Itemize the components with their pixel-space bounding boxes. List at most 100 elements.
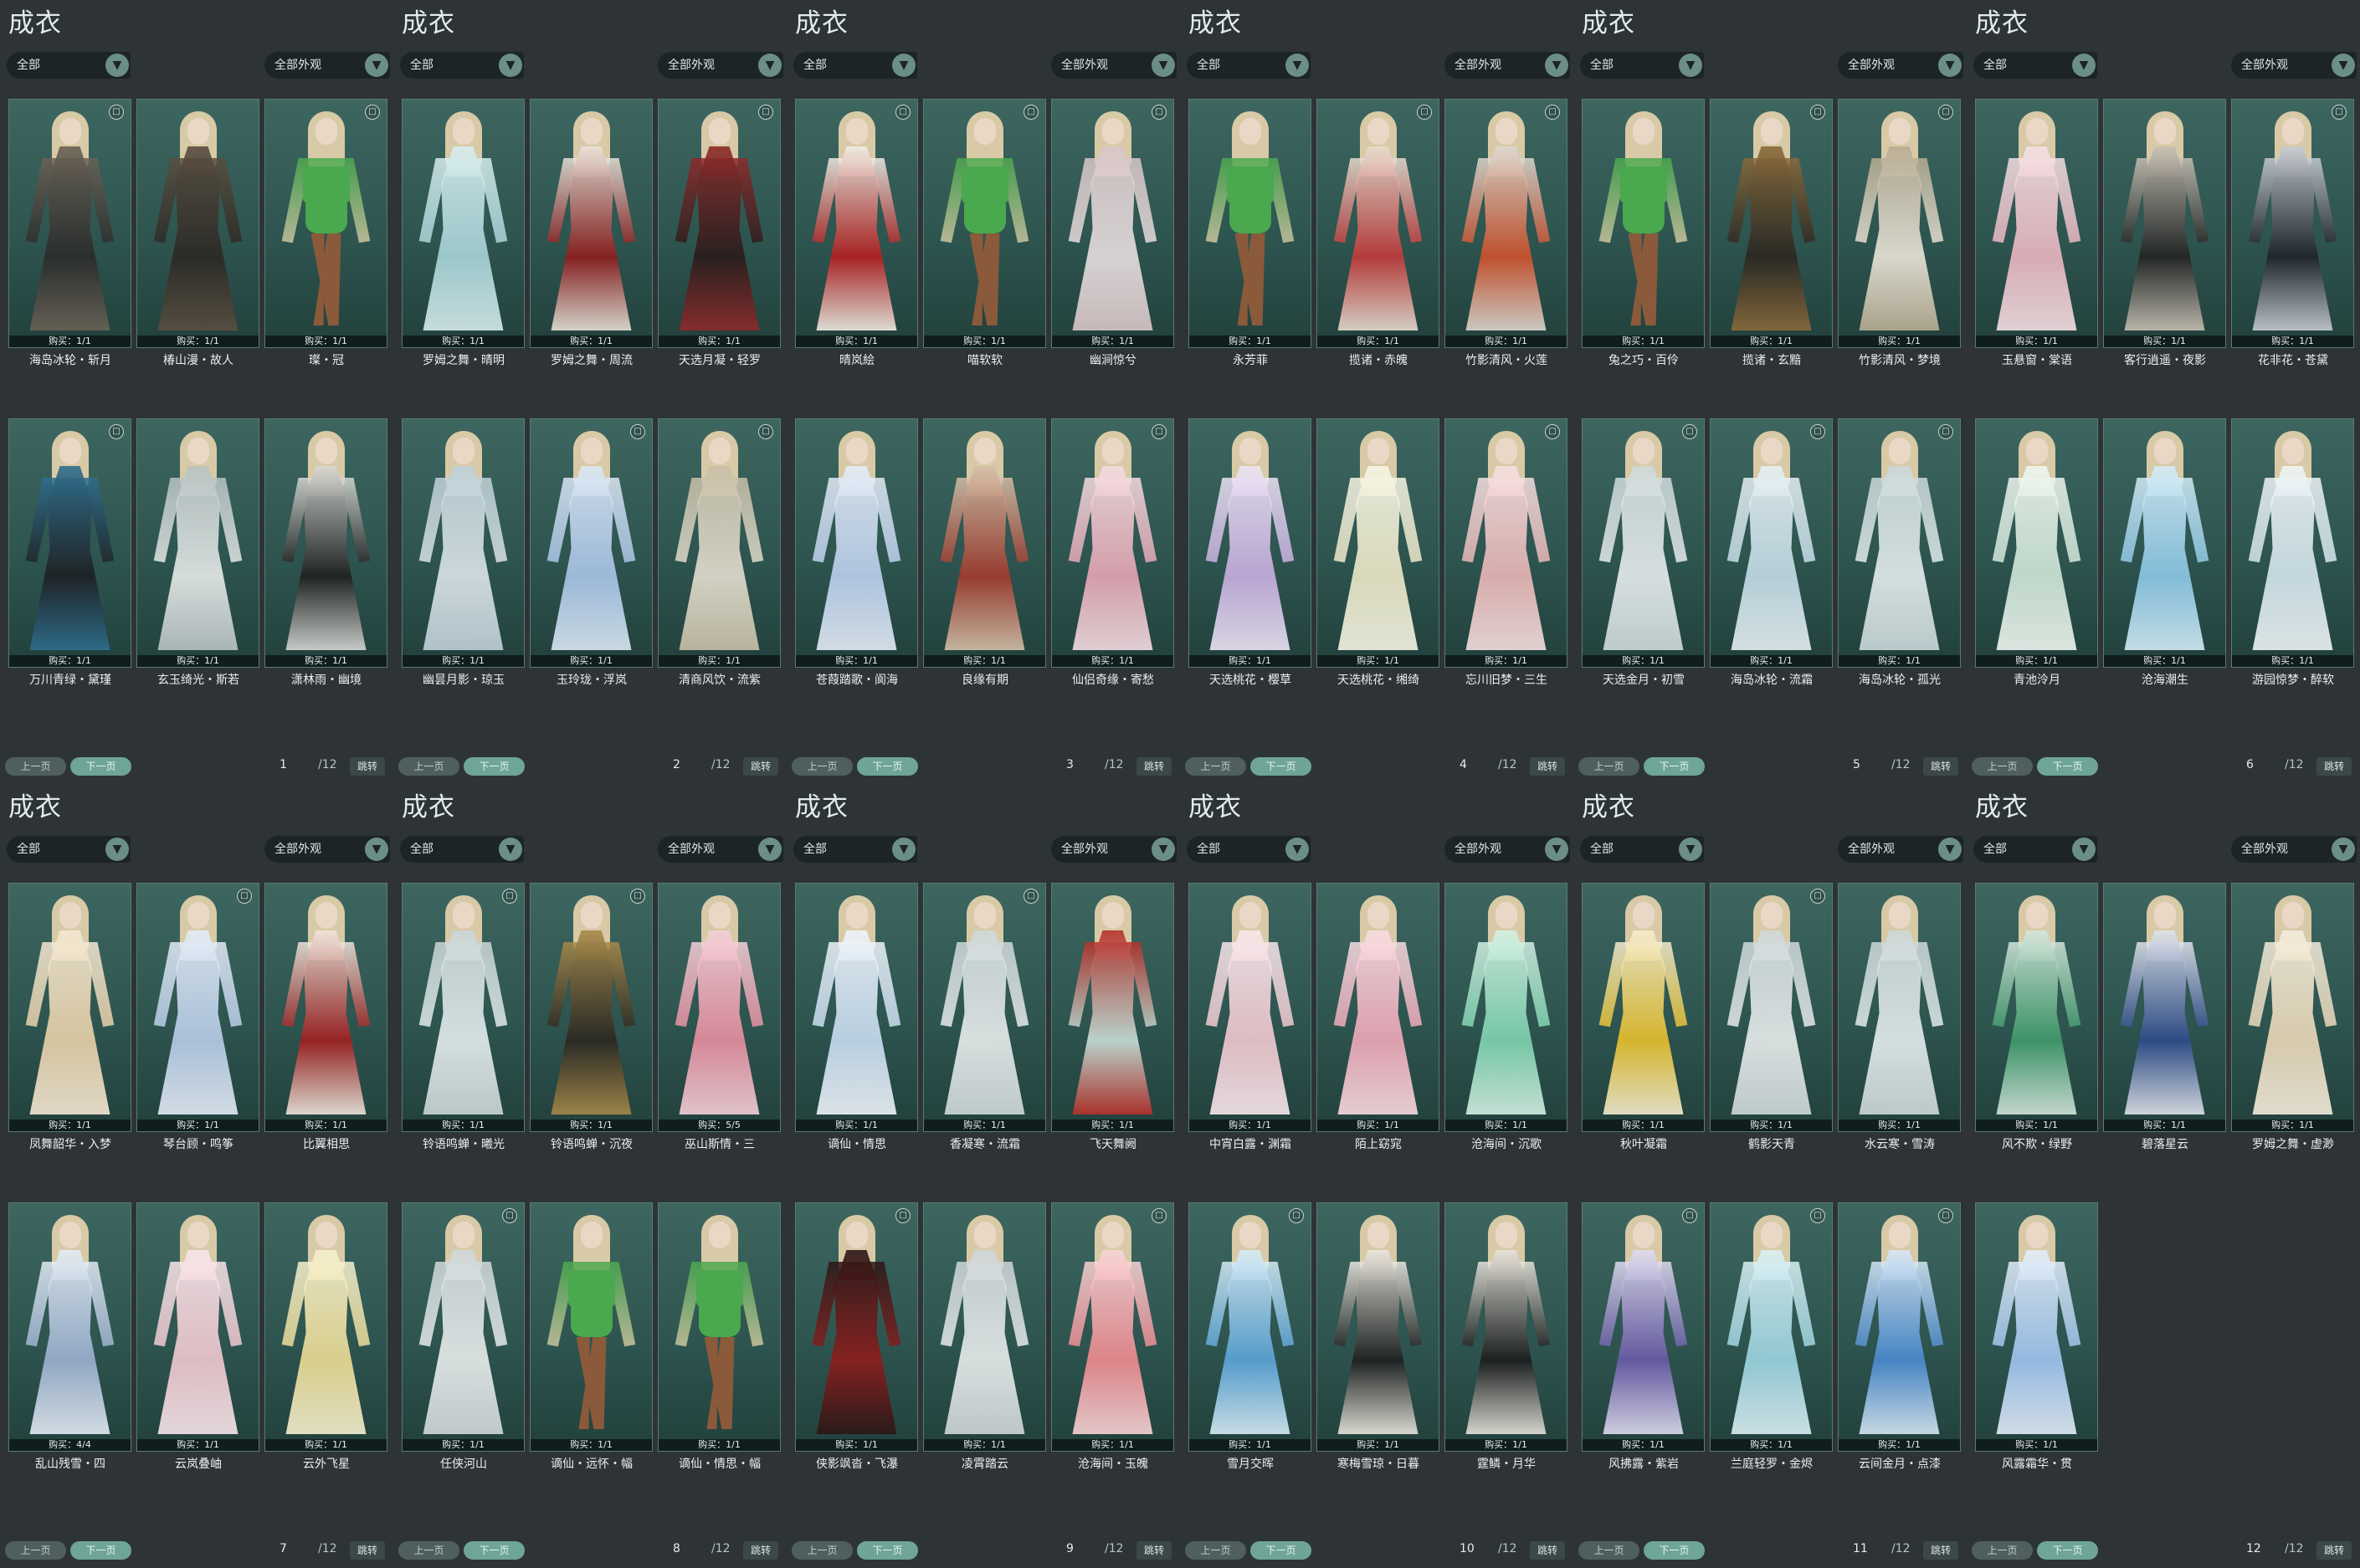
- prev-page-button[interactable]: 上一页: [792, 757, 853, 776]
- outfit-card[interactable]: 购买：1/1: [1188, 418, 1311, 668]
- outfit-card[interactable]: 购买：1/1: [530, 1202, 653, 1452]
- appearance-dropdown[interactable]: 全部外观 ▼: [264, 52, 390, 79]
- outfit-card[interactable]: □ 购买：1/1: [1582, 418, 1705, 668]
- bin-icon[interactable]: □: [1682, 424, 1697, 439]
- prev-page-button[interactable]: 上一页: [1185, 757, 1246, 776]
- page-number-input[interactable]: 1: [280, 758, 287, 771]
- outfit-card[interactable]: 购买：1/1: [658, 1202, 781, 1452]
- appearance-dropdown[interactable]: 全部外观 ▼: [1838, 836, 1963, 863]
- outfit-card[interactable]: 购买：1/1: [136, 99, 259, 348]
- outfit-card[interactable]: 购买：1/1: [8, 883, 131, 1132]
- jump-button[interactable]: 跳转: [2316, 757, 2352, 776]
- prev-page-button[interactable]: 上一页: [792, 1541, 853, 1560]
- outfit-card[interactable]: □ 购买：1/1: [1051, 1202, 1174, 1452]
- page-number-input[interactable]: 4: [1460, 758, 1467, 771]
- outfit-card[interactable]: □ 购买：1/1: [658, 99, 781, 348]
- appearance-dropdown[interactable]: 全部外观 ▼: [1051, 836, 1177, 863]
- jump-button[interactable]: 跳转: [1530, 1541, 1565, 1560]
- page-number-input[interactable]: 8: [673, 1542, 680, 1555]
- jump-button[interactable]: 跳转: [1530, 757, 1565, 776]
- outfit-card[interactable]: □ 购买：1/1: [1444, 99, 1567, 348]
- outfit-card[interactable]: □ 购买：1/1: [1710, 1202, 1833, 1452]
- appearance-dropdown[interactable]: 全部外观 ▼: [1838, 52, 1963, 79]
- page-number-input[interactable]: 9: [1066, 1542, 1074, 1555]
- outfit-card[interactable]: 购买：1/1: [1316, 1202, 1439, 1452]
- outfit-card[interactable]: □ 购买：1/1: [1051, 418, 1174, 668]
- outfit-card[interactable]: 购买：1/1: [1975, 418, 2098, 668]
- outfit-card[interactable]: 购买：1/1: [402, 418, 525, 668]
- outfit-card[interactable]: □ 购买：1/1: [1838, 1202, 1961, 1452]
- category-dropdown[interactable]: 全部 ▼: [7, 836, 131, 863]
- category-dropdown[interactable]: 全部 ▼: [793, 52, 917, 79]
- outfit-card[interactable]: □ 购买：1/1: [1188, 1202, 1311, 1452]
- outfit-card[interactable]: 购买：1/1: [264, 418, 387, 668]
- bin-icon[interactable]: □: [1289, 1208, 1304, 1223]
- appearance-dropdown[interactable]: 全部外观 ▼: [1051, 52, 1177, 79]
- outfit-card[interactable]: 购买：1/1: [1582, 883, 1705, 1132]
- category-dropdown[interactable]: 全部 ▼: [7, 52, 131, 79]
- bin-icon[interactable]: □: [1810, 424, 1825, 439]
- outfit-card[interactable]: 购买：1/1: [923, 1202, 1046, 1452]
- outfit-card[interactable]: 购买：1/1: [264, 1202, 387, 1452]
- bin-icon[interactable]: □: [1938, 424, 1953, 439]
- outfit-card[interactable]: □ 购买：1/1: [1710, 418, 1833, 668]
- prev-page-button[interactable]: 上一页: [398, 1541, 459, 1560]
- outfit-card[interactable]: 购买：1/1: [923, 418, 1046, 668]
- outfit-card[interactable]: 购买：1/1: [2231, 883, 2354, 1132]
- next-page-button[interactable]: 下一页: [857, 757, 918, 776]
- outfit-card[interactable]: □ 购买：1/1: [1582, 1202, 1705, 1452]
- prev-page-button[interactable]: 上一页: [1185, 1541, 1246, 1560]
- prev-page-button[interactable]: 上一页: [398, 757, 459, 776]
- outfit-card[interactable]: □ 购买：1/1: [402, 883, 525, 1132]
- prev-page-button[interactable]: 上一页: [1578, 1541, 1639, 1560]
- appearance-dropdown[interactable]: 全部外观 ▼: [264, 836, 390, 863]
- outfit-card[interactable]: 购买：1/1: [795, 418, 918, 668]
- page-number-input[interactable]: 12: [2246, 1542, 2261, 1555]
- outfit-card[interactable]: 购买：1/1: [1444, 1202, 1567, 1452]
- outfit-card[interactable]: □ 购买：1/1: [1710, 883, 1833, 1132]
- outfit-card[interactable]: 购买：1/1: [1975, 883, 2098, 1132]
- appearance-dropdown[interactable]: 全部外观 ▼: [2231, 52, 2357, 79]
- bin-icon[interactable]: □: [1024, 889, 1039, 904]
- category-dropdown[interactable]: 全部 ▼: [793, 836, 917, 863]
- outfit-card[interactable]: □ 购买：1/1: [795, 99, 918, 348]
- page-number-input[interactable]: 10: [1460, 1542, 1475, 1555]
- outfit-card[interactable]: 购买：1/1: [2231, 418, 2354, 668]
- next-page-button[interactable]: 下一页: [464, 757, 525, 776]
- appearance-dropdown[interactable]: 全部外观 ▼: [1444, 52, 1570, 79]
- jump-button[interactable]: 跳转: [350, 1541, 385, 1560]
- bin-icon[interactable]: □: [1810, 105, 1825, 120]
- jump-button[interactable]: 跳转: [1136, 1541, 1172, 1560]
- category-dropdown[interactable]: 全部 ▼: [400, 52, 524, 79]
- outfit-card[interactable]: 购买：1/1: [530, 99, 653, 348]
- outfit-card[interactable]: □ 购买：1/1: [1316, 99, 1439, 348]
- category-dropdown[interactable]: 全部 ▼: [1187, 836, 1311, 863]
- bin-icon[interactable]: □: [1545, 105, 1560, 120]
- page-number-input[interactable]: 2: [673, 758, 680, 771]
- jump-button[interactable]: 跳转: [743, 1541, 778, 1560]
- outfit-card[interactable]: 购买：1/1: [1188, 883, 1311, 1132]
- category-dropdown[interactable]: 全部 ▼: [1580, 836, 1704, 863]
- outfit-card[interactable]: 购买：1/1: [1582, 99, 1705, 348]
- bin-icon[interactable]: □: [758, 105, 773, 120]
- category-dropdown[interactable]: 全部 ▼: [1973, 52, 2097, 79]
- outfit-card[interactable]: □ 购买：1/1: [530, 883, 653, 1132]
- outfit-card[interactable]: 购买：1/1: [1316, 418, 1439, 668]
- page-number-input[interactable]: 7: [280, 1542, 287, 1555]
- bin-icon[interactable]: □: [109, 105, 124, 120]
- appearance-dropdown[interactable]: 全部外观 ▼: [658, 836, 783, 863]
- category-dropdown[interactable]: 全部 ▼: [1973, 836, 2097, 863]
- outfit-card[interactable]: 购买：1/1: [1444, 883, 1567, 1132]
- next-page-button[interactable]: 下一页: [1250, 757, 1311, 776]
- outfit-card[interactable]: 购买：1/1: [1975, 99, 2098, 348]
- bin-icon[interactable]: □: [1682, 1208, 1697, 1223]
- outfit-card[interactable]: 购买：1/1: [1188, 99, 1311, 348]
- bin-icon[interactable]: □: [1938, 105, 1953, 120]
- bin-icon[interactable]: □: [1152, 105, 1167, 120]
- bin-icon[interactable]: □: [365, 105, 380, 120]
- jump-button[interactable]: 跳转: [743, 757, 778, 776]
- next-page-button[interactable]: 下一页: [70, 1541, 131, 1560]
- jump-button[interactable]: 跳转: [350, 757, 385, 776]
- bin-icon[interactable]: □: [502, 1208, 517, 1223]
- outfit-card[interactable]: □ 购买：1/1: [530, 418, 653, 668]
